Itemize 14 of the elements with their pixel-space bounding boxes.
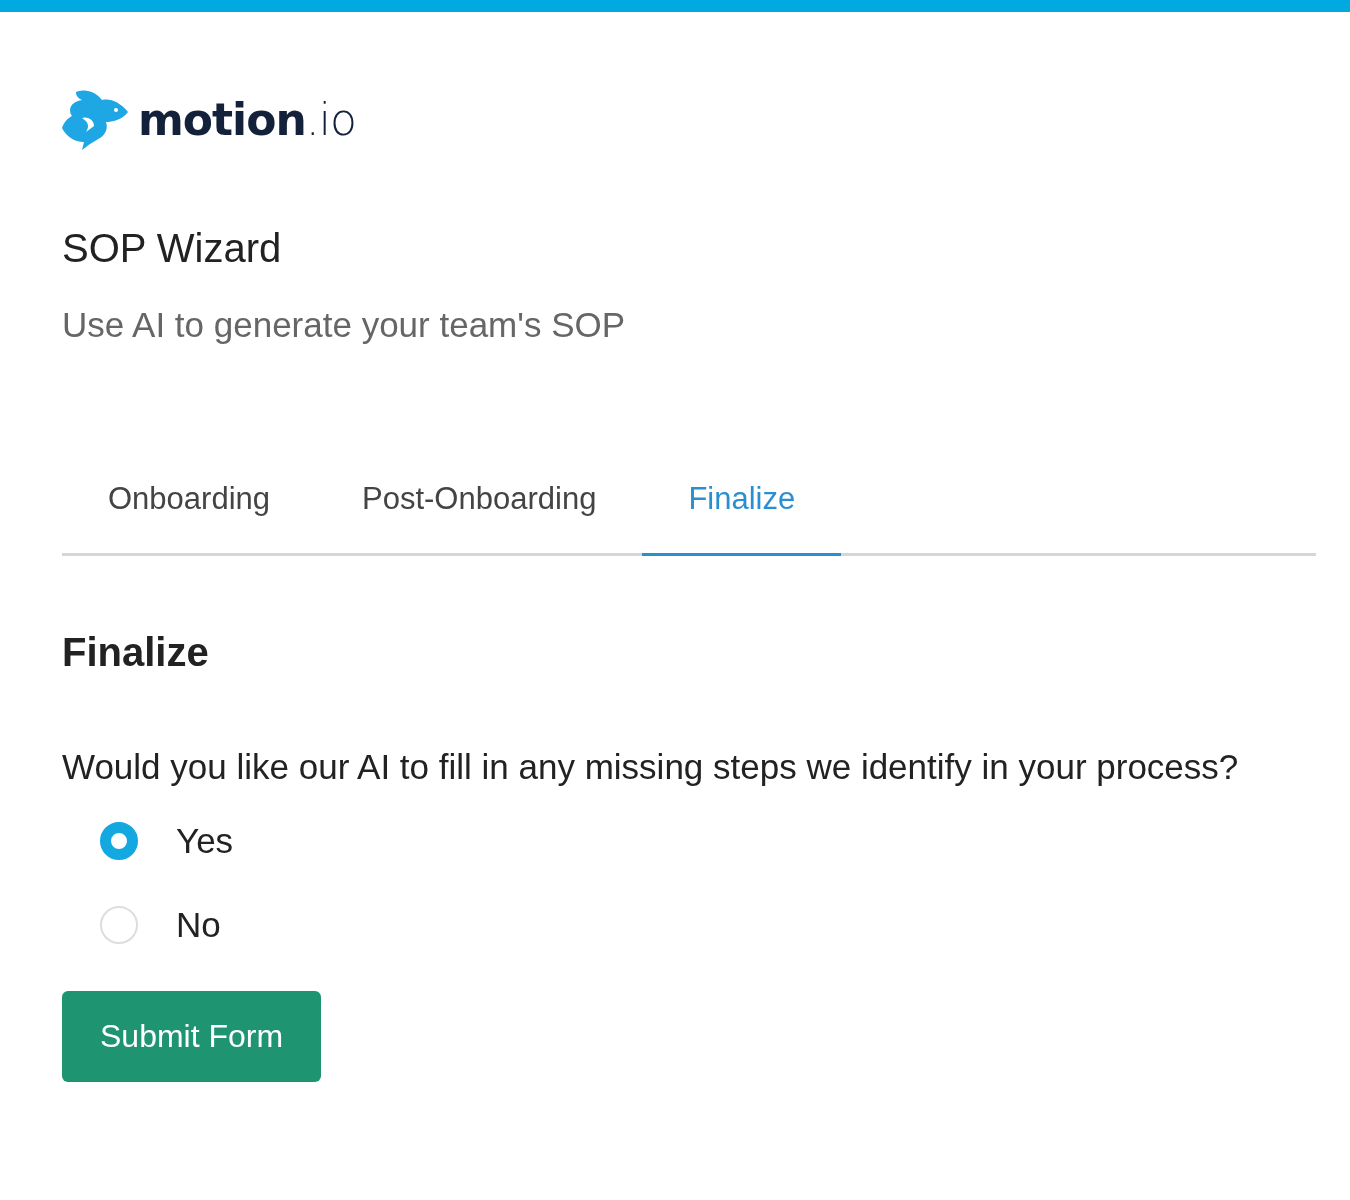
page-title: SOP Wizard xyxy=(62,226,283,271)
submit-button[interactable]: Submit Form xyxy=(62,991,322,1082)
radio-option[interactable]: No xyxy=(100,905,1316,945)
logo-wordmark: motion.io xyxy=(138,93,356,145)
option-label: No xyxy=(176,905,221,945)
tab[interactable]: Finalize xyxy=(642,481,842,556)
section-heading: Finalize xyxy=(62,630,210,675)
radio-option[interactable]: Yes xyxy=(100,821,1316,861)
question-text: Would you like our AI to fill in any missing steps we identify in your process? xyxy=(62,747,1240,787)
page-subtitle: Use AI to generate your team's SOP xyxy=(62,305,627,345)
radio-button[interactable] xyxy=(100,822,138,860)
tab[interactable]: Onboarding xyxy=(62,481,316,556)
option-label: Yes xyxy=(176,821,234,861)
tab[interactable]: Post-Onboarding xyxy=(316,481,643,556)
